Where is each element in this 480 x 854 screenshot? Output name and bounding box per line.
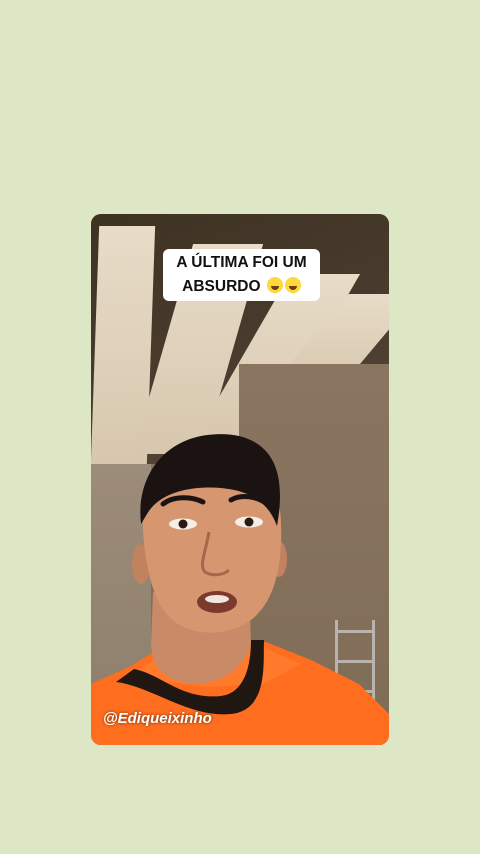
caption-line-2-text: ABSURDO <box>182 278 261 295</box>
caption-line-1: A ÚLTIMA FOI UM <box>176 254 307 271</box>
rolling-laughing-emoji-icon <box>284 277 301 293</box>
creator-watermark: @Ediqueixinho <box>103 710 212 727</box>
video-frame[interactable]: A ÚLTIMA FOI UM ABSURDO @Ediqueixinho <box>91 214 389 745</box>
video-caption: A ÚLTIMA FOI UM ABSURDO <box>163 249 320 301</box>
rolling-laughing-emoji-icon <box>266 277 283 293</box>
caption-line-2: ABSURDO <box>163 275 320 299</box>
